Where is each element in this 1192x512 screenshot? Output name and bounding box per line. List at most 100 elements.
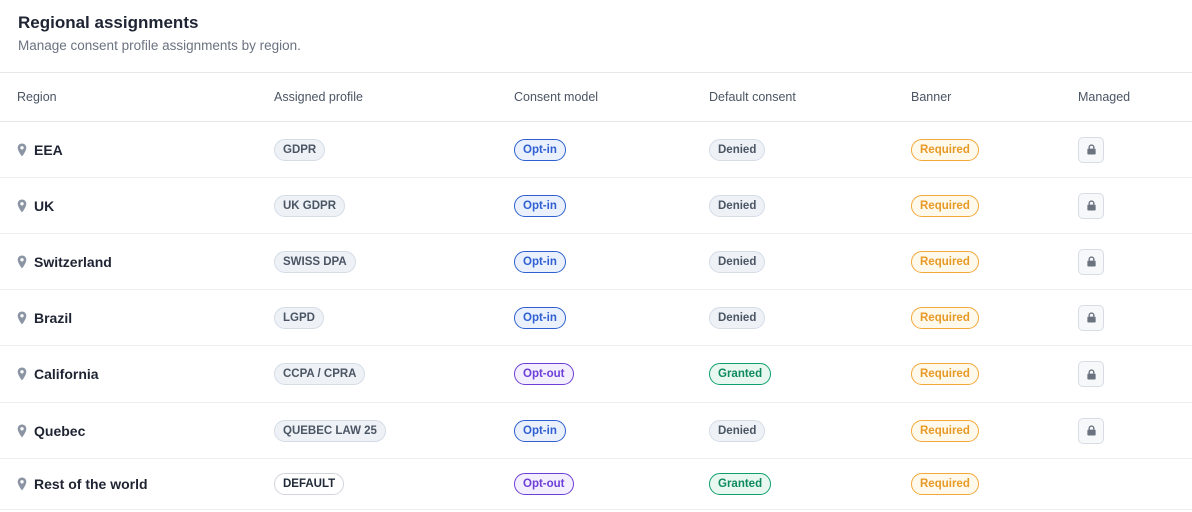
- profile-badge: CCPA / CPRA: [274, 363, 366, 385]
- default-consent-cell: Granted: [709, 473, 772, 495]
- profile-badge: UK GDPR: [274, 194, 346, 217]
- consent-model-badge: Opt-in: [514, 419, 566, 442]
- table-row[interactable]: California CCPA / CPRA Opt-out Granted Requi…: [0, 346, 1192, 403]
- consent-model-cell: Opt-in: [514, 306, 566, 329]
- table-row[interactable]: Rest of the world DEFAULT Opt-out Granted Re…: [0, 459, 1192, 510]
- consent-model-cell: Opt-out: [514, 363, 574, 385]
- region-name: Rest of the world: [34, 476, 148, 492]
- map-pin-icon: [17, 199, 27, 213]
- region-name: EEA: [34, 141, 63, 158]
- default-consent-cell: Denied: [709, 194, 766, 217]
- default-consent-badge: Denied: [709, 419, 766, 442]
- map-pin-icon: [17, 311, 27, 325]
- default-consent-cell: Granted: [709, 363, 772, 385]
- consent-model-cell: Opt-in: [514, 250, 566, 273]
- region-name: Switzerland: [34, 253, 112, 270]
- map-pin-icon: [17, 255, 27, 269]
- banner-badge: Required: [911, 250, 979, 273]
- lock-icon[interactable]: [1078, 304, 1104, 331]
- managed-cell: [1078, 304, 1104, 331]
- region-cell: Quebec: [17, 423, 85, 439]
- banner-cell: Required: [911, 306, 979, 329]
- banner-badge: Required: [911, 194, 979, 217]
- region-name: Brazil: [34, 309, 73, 326]
- default-consent-badge: Granted: [709, 473, 772, 495]
- consent-model-badge: Opt-in: [514, 138, 566, 161]
- banner-cell: Required: [911, 419, 979, 442]
- default-consent-badge: Denied: [709, 250, 766, 273]
- default-consent-badge: Granted: [709, 363, 772, 385]
- lock-icon[interactable]: [1078, 417, 1104, 444]
- banner-cell: Required: [911, 250, 979, 273]
- managed-cell: [1078, 192, 1104, 219]
- banner-cell: Required: [911, 363, 979, 385]
- lock-icon[interactable]: [1078, 192, 1104, 219]
- profile-badge: GDPR: [274, 138, 326, 161]
- map-pin-icon: [17, 424, 27, 438]
- managed-cell: [1078, 417, 1104, 444]
- profile-cell: LGPD: [274, 306, 324, 329]
- profile-cell: UK GDPR: [274, 194, 346, 217]
- default-consent-badge: Denied: [709, 138, 766, 161]
- banner-cell: Required: [911, 473, 979, 495]
- banner-cell: Required: [911, 194, 979, 217]
- page-subtitle: Manage consent profile assignments by re…: [18, 38, 301, 53]
- profile-cell: QUEBEC LAW 25: [274, 419, 386, 442]
- banner-badge: Required: [911, 473, 979, 495]
- consent-model-badge: Opt-in: [514, 250, 566, 273]
- region-name: Quebec: [34, 422, 86, 439]
- table-row[interactable]: Quebec QUEBEC LAW 25 Opt-in Denied Required: [0, 403, 1192, 459]
- banner-badge: Required: [911, 306, 979, 329]
- column-header-banner: Banner: [911, 90, 952, 104]
- managed-cell: [1078, 361, 1104, 387]
- map-pin-icon: [17, 477, 27, 491]
- region-cell: Brazil: [17, 310, 72, 326]
- table-row[interactable]: EEA GDPR Opt-in Denied Required: [0, 122, 1192, 178]
- column-header-default-consent: Default consent: [709, 90, 796, 104]
- lock-icon[interactable]: [1078, 248, 1104, 275]
- column-header-assigned-profile: Assigned profile: [274, 90, 363, 104]
- table-row[interactable]: Switzerland SWISS DPA Opt-in Denied Required: [0, 234, 1192, 290]
- lock-icon[interactable]: [1078, 136, 1104, 163]
- default-consent-cell: Denied: [709, 306, 766, 329]
- profile-badge: QUEBEC LAW 25: [274, 419, 386, 442]
- consent-model-cell: Opt-in: [514, 194, 566, 217]
- default-consent-cell: Denied: [709, 138, 766, 161]
- banner-cell: Required: [911, 138, 979, 161]
- managed-cell: [1078, 136, 1104, 163]
- table-row[interactable]: UK UK GDPR Opt-in Denied Required: [0, 178, 1192, 234]
- default-consent-cell: Denied: [709, 250, 766, 273]
- table-body: EEA GDPR Opt-in Denied Required UK UK GDPR Opt-…: [0, 122, 1192, 510]
- map-pin-icon: [17, 367, 27, 381]
- consent-model-cell: Opt-in: [514, 419, 566, 442]
- lock-icon[interactable]: [1078, 361, 1104, 387]
- profile-cell: SWISS DPA: [274, 250, 356, 273]
- page-header: Regional assignments Manage consent prof…: [0, 0, 1192, 73]
- profile-badge: DEFAULT: [274, 473, 345, 495]
- table-row[interactable]: Brazil LGPD Opt-in Denied Required: [0, 290, 1192, 346]
- region-cell: California: [17, 366, 99, 382]
- region-cell: Switzerland: [17, 254, 112, 270]
- banner-badge: Required: [911, 419, 979, 442]
- region-name: UK: [34, 197, 55, 214]
- map-pin-icon: [17, 143, 27, 157]
- default-consent-cell: Denied: [709, 419, 766, 442]
- profile-cell: DEFAULT: [274, 473, 345, 495]
- column-header-managed: Managed: [1078, 90, 1131, 104]
- default-consent-badge: Denied: [709, 194, 766, 217]
- profile-cell: GDPR: [274, 138, 326, 161]
- region-cell: Rest of the world: [17, 476, 148, 492]
- consent-model-badge: Opt-in: [514, 194, 566, 217]
- region-cell: EEA: [17, 142, 63, 158]
- region-cell: UK: [17, 198, 54, 214]
- consent-model-badge: Opt-out: [514, 473, 574, 495]
- column-header-consent-model: Consent model: [514, 90, 599, 104]
- managed-cell: [1078, 248, 1104, 275]
- page-title: Regional assignments: [18, 13, 199, 32]
- banner-badge: Required: [911, 138, 979, 161]
- banner-badge: Required: [911, 363, 979, 385]
- consent-model-badge: Opt-out: [514, 363, 574, 385]
- consent-model-cell: Opt-in: [514, 138, 566, 161]
- profile-cell: CCPA / CPRA: [274, 363, 366, 385]
- profile-badge: LGPD: [274, 306, 324, 329]
